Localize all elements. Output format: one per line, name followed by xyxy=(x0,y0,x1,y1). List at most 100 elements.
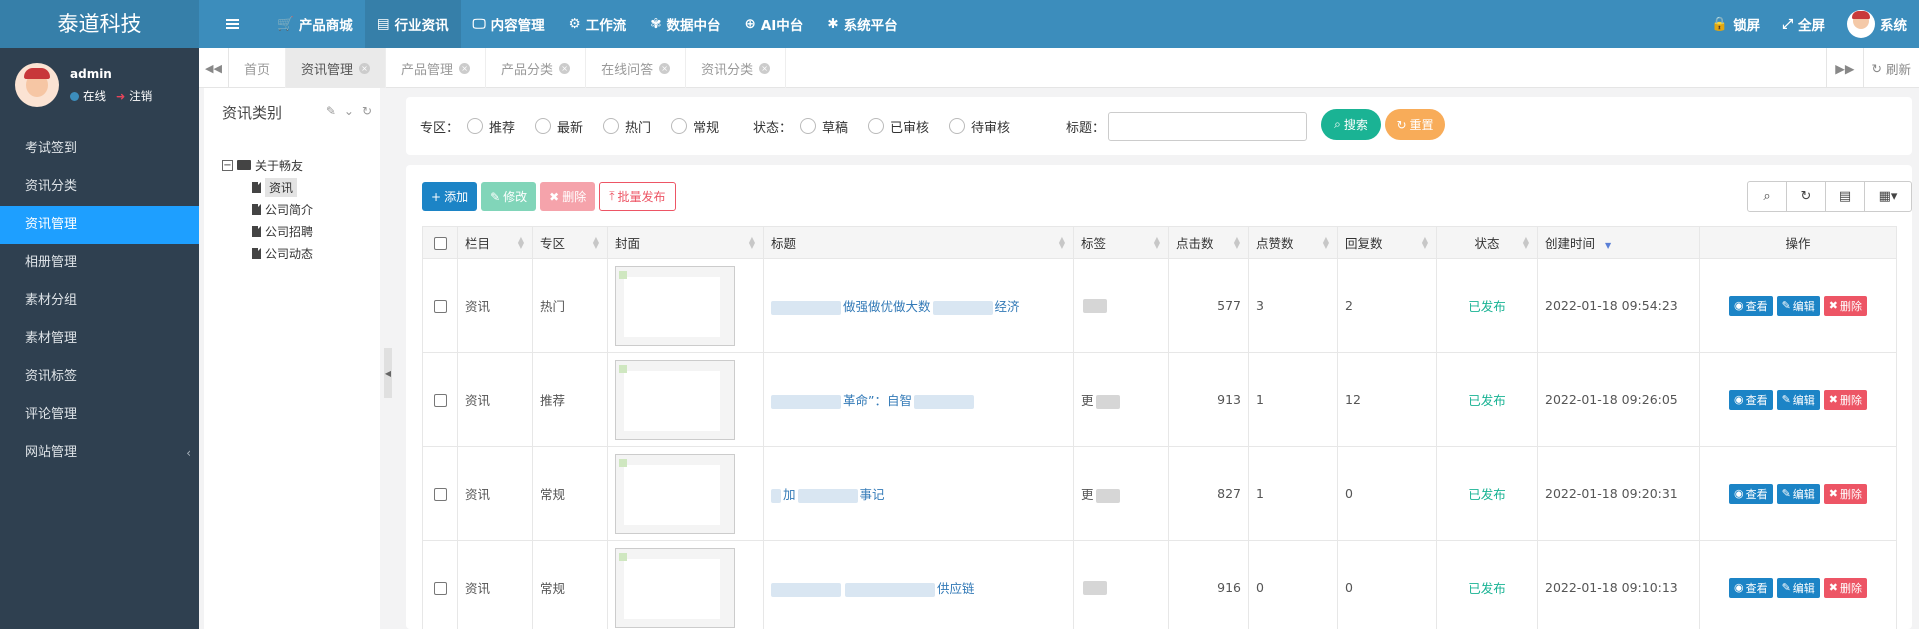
sort-icon[interactable]: ▲ ▼ xyxy=(1323,236,1329,250)
close-tab-icon[interactable]: × xyxy=(459,62,471,74)
refresh-tree-icon[interactable]: ↻ xyxy=(362,104,372,118)
title-cell[interactable]: 供应链 xyxy=(763,540,1074,629)
sidebar-item-1[interactable]: 资讯分类 xyxy=(0,168,199,206)
zone-radio-0[interactable] xyxy=(467,118,484,134)
close-tab-icon[interactable]: × xyxy=(359,62,371,74)
title-link[interactable]: 革命”：自智 xyxy=(843,393,912,408)
topnav-item-6[interactable]: ✱ 系统平台 xyxy=(815,0,909,48)
sidebar-item-0[interactable]: 考试签到 xyxy=(0,130,199,168)
edit-row-button[interactable]: ✎ 编辑 xyxy=(1776,483,1820,504)
title-link[interactable]: 加 xyxy=(783,487,796,502)
collapse-panel-handle[interactable]: ◀ xyxy=(384,348,392,398)
column-header-9[interactable]: 创建时间 ▼ xyxy=(1537,226,1700,259)
title-search-input[interactable] xyxy=(1108,111,1308,141)
sort-icon[interactable]: ▲ ▼ xyxy=(1154,236,1160,250)
cover-thumbnail[interactable] xyxy=(615,359,735,440)
tab-5[interactable]: 资讯分类 × xyxy=(686,48,787,88)
delete-row-button[interactable]: ✖ 删除 xyxy=(1823,295,1868,316)
zone-radio-2[interactable] xyxy=(603,118,620,134)
column-header-4[interactable]: 标签 ▲ ▼ xyxy=(1073,226,1169,259)
edit-button[interactable]: ✎ 修改 xyxy=(481,182,537,211)
zone-radio-3[interactable] xyxy=(671,118,688,134)
tree-node-0[interactable]: 资讯 xyxy=(222,176,313,198)
tabs-scroll-right-button[interactable]: ▶▶ xyxy=(1826,48,1862,88)
user-menu[interactable]: 系统 xyxy=(1847,10,1907,38)
sidebar-item-8[interactable]: 网站管理 ‹ xyxy=(0,434,199,472)
delete-button[interactable]: ✖ 删除 xyxy=(540,182,596,211)
title-link-suffix[interactable]: 经济 xyxy=(995,299,1020,314)
topnav-item-3[interactable]: ⚙ 工作流 xyxy=(557,0,639,48)
tree-node-1[interactable]: 公司简介 xyxy=(222,198,313,220)
title-link-suffix[interactable]: 事记 xyxy=(860,487,885,502)
column-header-1[interactable]: 专区 ▲ ▼ xyxy=(532,226,608,259)
sidebar-item-6[interactable]: 资讯标签 xyxy=(0,358,199,396)
search-button[interactable]: ⌕ 搜索 xyxy=(1321,109,1381,140)
logout-link[interactable]: ➜ 注销 xyxy=(116,88,152,104)
status-radio-0[interactable] xyxy=(800,118,817,134)
row-checkbox[interactable] xyxy=(433,300,447,313)
chevron-down-icon[interactable]: ⌄ xyxy=(344,104,354,118)
sort-icon[interactable]: ▲ ▼ xyxy=(1523,236,1529,250)
sort-icon[interactable]: ▲ ▼ xyxy=(593,236,599,250)
sidebar-item-7[interactable]: 评论管理 xyxy=(0,396,199,434)
tree-node-2[interactable]: 公司招聘 xyxy=(222,220,313,242)
close-tab-icon[interactable]: × xyxy=(559,62,571,74)
close-tab-icon[interactable]: × xyxy=(659,62,671,74)
sort-icon[interactable]: ▲ ▼ xyxy=(1422,236,1428,250)
tab-4[interactable]: 在线问答 × xyxy=(586,48,687,88)
tabs-scroll-left-button[interactable]: ◀◀ xyxy=(199,48,229,88)
refresh-tab-button[interactable]: ↻ 刷新 xyxy=(1862,48,1919,88)
topnav-item-1[interactable]: ▤ 行业资讯 xyxy=(364,0,461,48)
lock-screen-button[interactable]: 🔒 锁屏 xyxy=(1711,14,1760,34)
zone-radio-1[interactable] xyxy=(535,118,552,134)
view-button[interactable]: ◉ 查看 xyxy=(1728,389,1773,410)
refresh-table-button[interactable]: ↻ xyxy=(1787,182,1826,211)
row-checkbox[interactable] xyxy=(433,394,447,407)
tab-0[interactable]: 首页 xyxy=(229,48,287,88)
edit-row-button[interactable]: ✎ 编辑 xyxy=(1776,577,1820,598)
title-cell[interactable]: 革命”：自智 xyxy=(763,352,1074,447)
view-button[interactable]: ◉ 查看 xyxy=(1728,577,1773,598)
sidebar-item-2[interactable]: 资讯管理 xyxy=(0,206,199,244)
sort-icon[interactable]: ▲ ▼ xyxy=(1234,236,1240,250)
row-select-cell[interactable] xyxy=(422,352,458,447)
toggle-view-button[interactable]: ▤ xyxy=(1826,182,1865,211)
title-cell[interactable]: 加 事记 xyxy=(763,446,1074,541)
title-link-suffix[interactable]: 供应链 xyxy=(937,581,975,596)
view-button[interactable]: ◉ 查看 xyxy=(1728,295,1773,316)
column-header-0[interactable]: 栏目 ▲ ▼ xyxy=(457,226,533,259)
tree-node-3[interactable]: 公司动态 xyxy=(222,242,313,264)
panel-splitter[interactable]: ◀ xyxy=(384,88,392,629)
close-tab-icon[interactable]: × xyxy=(759,62,771,74)
column-header-6[interactable]: 点赞数 ▲ ▼ xyxy=(1248,226,1338,259)
column-header-2[interactable]: 封面 ▲ ▼ xyxy=(607,226,764,259)
topnav-item-0[interactable]: 🛒 产品商城 xyxy=(265,0,365,48)
delete-row-button[interactable]: ✖ 删除 xyxy=(1823,577,1868,598)
tab-1[interactable]: 资讯管理 × xyxy=(286,48,387,88)
row-checkbox[interactable] xyxy=(433,582,447,595)
edit-row-button[interactable]: ✎ 编辑 xyxy=(1776,389,1820,410)
cover-thumbnail[interactable] xyxy=(615,265,735,346)
batch-publish-button[interactable]: ⤒ 批量发布 xyxy=(599,182,676,211)
sort-icon[interactable]: ▲ ▼ xyxy=(1059,236,1065,250)
cover-thumbnail[interactable] xyxy=(615,547,735,628)
tab-2[interactable]: 产品管理 × xyxy=(386,48,487,88)
row-select-cell[interactable] xyxy=(422,446,458,541)
tree-node-root[interactable]: − 关于畅友 xyxy=(222,154,313,176)
sort-icon[interactable]: ▲ ▼ xyxy=(749,236,755,250)
row-select-cell[interactable] xyxy=(422,540,458,629)
column-header-7[interactable]: 回复数 ▲ ▼ xyxy=(1337,226,1437,259)
status-radio-2[interactable] xyxy=(949,118,966,134)
column-header-3[interactable]: 标题 ▲ ▼ xyxy=(763,226,1074,259)
view-button[interactable]: ◉ 查看 xyxy=(1728,483,1773,504)
select-all-checkbox[interactable] xyxy=(433,237,447,250)
fullscreen-button[interactable]: ⤢ 全屏 xyxy=(1782,14,1825,34)
sort-icon[interactable]: ▲ ▼ xyxy=(518,236,524,250)
tab-3[interactable]: 产品分类 × xyxy=(486,48,587,88)
sort-desc-icon[interactable]: ▼ xyxy=(1605,241,1611,250)
row-checkbox[interactable] xyxy=(433,488,447,501)
add-button[interactable]: + 添加 xyxy=(422,182,478,211)
menu-toggle-button[interactable] xyxy=(199,0,265,48)
column-header-8[interactable]: 状态 ▲ ▼ xyxy=(1436,226,1538,259)
edit-category-icon[interactable]: ✎ xyxy=(326,104,336,118)
